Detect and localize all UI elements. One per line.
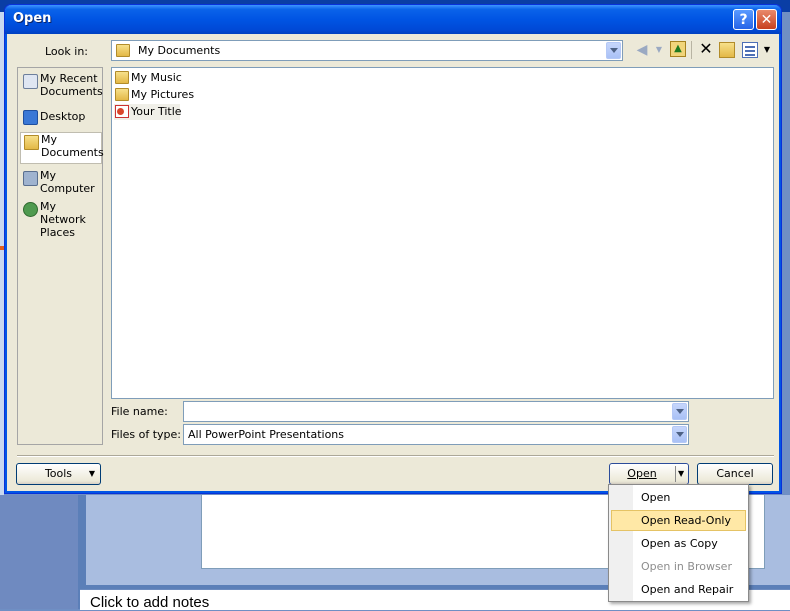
file-name-label-text: File name:	[111, 405, 168, 418]
place-my-documents[interactable]: My Documents	[20, 132, 104, 164]
file-name-label: File name:	[111, 405, 168, 418]
open-dropdown-arrow-icon[interactable]: ▼	[678, 464, 684, 484]
dialog-title: Open	[13, 11, 52, 26]
place-my-network-places[interactable]: My Network Places	[20, 200, 102, 239]
back-icon[interactable]: ◀	[634, 42, 650, 58]
help-button[interactable]: ?	[733, 9, 754, 30]
split-divider	[675, 466, 676, 482]
cancel-button[interactable]: Cancel	[697, 463, 773, 485]
open-dialog: Open ? ✕ Look in: My Documents ◀ ▼ ▲ ✕ ▼…	[4, 4, 782, 494]
place-label: Desktop	[40, 110, 86, 123]
cancel-label: Cancel	[716, 467, 754, 480]
close-button[interactable]: ✕	[756, 9, 777, 30]
look-in-label: Look in:	[45, 45, 88, 58]
list-item-your-title[interactable]: Your Title	[114, 104, 182, 120]
file-name-field[interactable]	[183, 401, 689, 422]
files-of-type-label: Files of type:	[111, 428, 182, 441]
menu-item-label: Open in Browser	[641, 560, 732, 573]
views-line-2	[745, 50, 755, 52]
tools-button[interactable]: Tools ▼	[16, 463, 101, 485]
dialog-titlebar[interactable]: Open ? ✕	[5, 5, 781, 34]
views-icon[interactable]	[742, 42, 758, 58]
files-of-type-select[interactable]: All PowerPoint Presentations	[183, 424, 689, 445]
look-in-value: My Documents	[138, 44, 221, 57]
footer-separator-highlight	[17, 456, 774, 457]
dialog-body: Look in: My Documents ◀ ▼ ▲ ✕ ▼ My Recen…	[8, 34, 778, 490]
open-options-menu: Open Open Read-Only Open as Copy Open in…	[608, 484, 749, 602]
network-places-icon	[23, 202, 38, 217]
recent-documents-icon	[23, 74, 38, 89]
back-dropdown-icon[interactable]: ▼	[651, 42, 667, 58]
place-label: My Documents	[41, 133, 104, 159]
powerpoint-file-icon	[115, 105, 129, 118]
chevron-down-icon[interactable]	[672, 426, 687, 443]
file-list[interactable]: My Music My Pictures Your Title	[111, 67, 774, 399]
tools-label: Tools	[44, 467, 73, 480]
file-name: My Pictures	[131, 88, 195, 101]
menu-item-label: Open and Repair	[641, 583, 734, 596]
toolbar-separator	[691, 41, 692, 59]
views-dropdown-icon[interactable]: ▼	[759, 42, 775, 58]
file-name: My Music	[131, 71, 182, 84]
list-item-my-music[interactable]: My Music	[114, 70, 184, 86]
place-label: My Recent Documents	[40, 72, 103, 98]
menu-item-open[interactable]: Open	[611, 487, 746, 508]
notes-placeholder[interactable]: Click to add notes	[90, 594, 209, 611]
place-my-recent-documents[interactable]: My Recent Documents	[20, 72, 103, 102]
chevron-down-icon[interactable]	[606, 42, 621, 59]
views-line-1	[745, 46, 755, 48]
place-my-computer[interactable]: My Computer	[20, 169, 102, 199]
open-button[interactable]: Open ▼	[609, 463, 689, 485]
menu-item-open-and-repair[interactable]: Open and Repair	[611, 579, 746, 600]
chevron-down-icon: ▼	[88, 469, 95, 478]
my-documents-icon	[116, 44, 130, 57]
desktop-icon	[23, 110, 38, 125]
look-in-combobox[interactable]: My Documents	[111, 40, 623, 61]
folder-icon	[115, 88, 129, 101]
delete-icon[interactable]: ✕	[698, 41, 714, 57]
places-bar: My Recent Documents Desktop My Documents…	[17, 67, 104, 445]
place-label: My Computer	[40, 169, 95, 195]
my-computer-icon	[23, 171, 38, 186]
views-line-3	[745, 54, 755, 56]
up-one-level-icon[interactable]: ▲	[670, 41, 686, 57]
files-of-type-value: All PowerPoint Presentations	[188, 428, 345, 441]
menu-item-open-in-browser: Open in Browser	[611, 556, 746, 577]
menu-item-open-read-only[interactable]: Open Read-Only	[611, 510, 746, 531]
file-name: Your Title	[131, 105, 182, 118]
menu-item-open-as-copy[interactable]: Open as Copy	[611, 533, 746, 554]
open-label: Open	[627, 467, 657, 480]
folder-icon	[115, 71, 129, 84]
new-folder-icon[interactable]	[719, 42, 735, 58]
menu-item-label: Open	[641, 491, 671, 504]
place-label: My Network Places	[40, 200, 86, 239]
open-label-wrap: Open	[610, 464, 674, 484]
chevron-down-icon[interactable]	[672, 403, 687, 420]
menu-item-label: Open as Copy	[641, 537, 718, 550]
list-item-my-pictures[interactable]: My Pictures	[114, 87, 194, 103]
menu-item-label: Open Read-Only	[641, 514, 731, 527]
my-documents-icon	[24, 135, 39, 150]
